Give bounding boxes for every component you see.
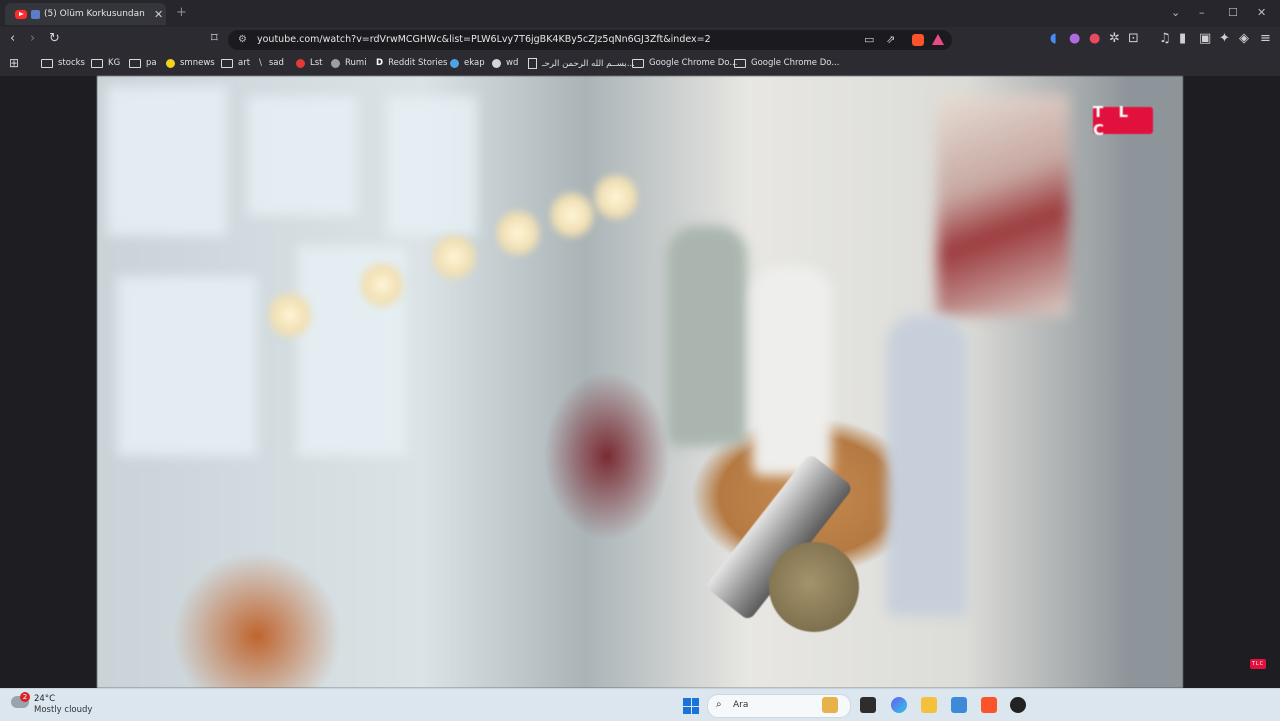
weather-condition: Mostly cloudy xyxy=(34,705,93,715)
audio-icon[interactable] xyxy=(31,9,40,19)
reload-icon[interactable]: ↻ xyxy=(49,32,60,46)
person-figure xyxy=(752,266,832,476)
pendant-lamp xyxy=(549,186,595,244)
bookmark-sad[interactable]: \ sad xyxy=(259,58,284,68)
navigation-bar: ‹ › ↻ ⌑ ⚙ youtube.com/watch?v=rdVrwMCGHW… xyxy=(0,27,1280,53)
windows-start-icon[interactable] xyxy=(683,698,699,714)
weather-badge: 2 xyxy=(20,692,30,702)
share-icon[interactable]: ⇗ xyxy=(886,33,895,47)
pendant-lamp xyxy=(267,286,313,344)
snipping-tool-icon[interactable] xyxy=(951,697,967,713)
tlc-logo: T L C xyxy=(1093,103,1153,139)
app-icon[interactable] xyxy=(1010,697,1026,713)
music-icon[interactable]: ♫ xyxy=(1159,32,1171,46)
pendant-lamp xyxy=(431,228,477,286)
bookmark-arabic[interactable]: بســم الله الرحمن الرحـ... xyxy=(528,58,635,69)
bookmark-chrome-1[interactable]: Google Chrome Do... xyxy=(632,58,737,68)
task-view-icon[interactable] xyxy=(860,697,876,713)
page-icon xyxy=(528,58,537,69)
vpn-shield-icon[interactable]: ◈ xyxy=(1239,32,1249,46)
bookmark-art[interactable]: art xyxy=(221,58,250,68)
brave-browser-icon[interactable] xyxy=(981,697,997,713)
tab-title: (5) Ölüm Korkusundan Hiçbir xyxy=(44,9,146,19)
menu-icon[interactable]: ≡ xyxy=(1260,32,1271,46)
d-icon: D xyxy=(376,58,384,68)
smiley-icon xyxy=(166,58,175,68)
railing-pole-cap xyxy=(769,542,859,632)
video-player[interactable]: T L C xyxy=(97,76,1183,688)
browser-tab[interactable]: (5) Ölüm Korkusundan Hiçbir ✕ xyxy=(5,3,166,25)
window-pane xyxy=(117,276,257,456)
folder-icon xyxy=(734,58,746,68)
taskbar-search[interactable]: ⌕ Ara xyxy=(707,694,851,718)
weather-temperature: 24°C xyxy=(34,694,56,704)
bookmark-smnews[interactable]: smnews xyxy=(166,58,215,68)
bookmark-rumi[interactable]: Rumi xyxy=(331,58,367,68)
search-highlight-icon xyxy=(822,697,838,713)
brave-rewards-icon[interactable] xyxy=(932,34,944,45)
wall-painting xyxy=(937,94,1069,316)
sidebar-icon[interactable]: ▮ xyxy=(1179,32,1186,46)
bookmark-chrome-2[interactable]: Google Chrome Do... xyxy=(734,58,839,68)
maximize-button[interactable]: ☐ xyxy=(1228,6,1238,19)
search-icon: ⌕ xyxy=(716,699,722,710)
bookmarks-bar: ⊞ stocks KG pa smnews art \ sad Lst Rumi … xyxy=(0,53,1280,77)
copilot-icon[interactable] xyxy=(891,697,907,713)
bird-icon xyxy=(450,58,459,68)
bookmark-ekap[interactable]: ekap xyxy=(450,58,485,68)
youtube-icon xyxy=(15,9,27,19)
extension-r-icon[interactable]: ● xyxy=(1069,32,1080,46)
tab-strip: (5) Ölüm Korkusundan Hiçbir ✕ + ⌄ – ☐ ✕ xyxy=(0,0,1280,27)
folder-icon xyxy=(632,58,644,68)
globe-icon xyxy=(492,58,501,68)
person-figure xyxy=(887,316,967,616)
back-icon[interactable]: ‹ xyxy=(10,32,15,46)
bookmark-icon[interactable]: ⌑ xyxy=(211,32,218,46)
slash-icon: \ xyxy=(259,58,262,68)
folder-icon xyxy=(221,58,233,68)
folder-icon xyxy=(129,58,141,68)
pendant-lamp xyxy=(593,168,639,226)
extension-audio-icon[interactable]: ◖ xyxy=(1050,32,1057,46)
bookmark-kg[interactable]: KG xyxy=(91,58,120,68)
bookmark-stocks[interactable]: stocks xyxy=(41,58,85,68)
bookmark-wd[interactable]: wd xyxy=(492,58,518,68)
pendant-lamp xyxy=(359,256,405,314)
taskbar: 2 24°C Mostly cloudy ⌕ Ara xyxy=(0,688,1280,721)
bookmark-reddit-stories[interactable]: D Reddit Stories xyxy=(376,58,447,68)
window-pane xyxy=(107,86,227,236)
brave-shields-icon[interactable] xyxy=(912,34,924,46)
new-tab-button[interactable]: + xyxy=(176,5,187,20)
bookmark-lst[interactable]: Lst xyxy=(296,58,323,68)
minimize-button[interactable]: – xyxy=(1199,6,1205,19)
window-pane xyxy=(387,96,477,236)
cast-icon[interactable]: ▭ xyxy=(864,33,874,47)
pendant-lamp xyxy=(495,204,541,262)
extensions-puzzle-icon[interactable]: ✲ xyxy=(1109,32,1120,46)
tab-search-dropdown-icon[interactable]: ⌄ xyxy=(1171,6,1180,19)
address-bar[interactable]: ⚙ youtube.com/watch?v=rdVrwMCGHWc&list=P… xyxy=(228,30,952,50)
url-text[interactable]: youtube.com/watch?v=rdVrwMCGHWc&list=PLW… xyxy=(257,34,711,45)
wallet-icon[interactable]: ▣ xyxy=(1199,32,1211,46)
folder-icon xyxy=(91,58,103,68)
extension-red-icon[interactable]: ● xyxy=(1089,32,1100,46)
screenshot-icon[interactable]: ⊡ xyxy=(1128,32,1139,46)
apps-grid-icon[interactable]: ⊞ xyxy=(9,56,19,70)
search-placeholder: Ara xyxy=(733,700,749,710)
site-info-icon[interactable]: ⚙ xyxy=(238,34,247,45)
tab-close-icon[interactable]: ✕ xyxy=(154,8,163,21)
close-window-button[interactable]: ✕ xyxy=(1257,6,1266,19)
globe-icon xyxy=(331,58,340,68)
folder-icon xyxy=(41,58,53,68)
tlc-watermark: TLC xyxy=(1250,659,1266,669)
forward-icon[interactable]: › xyxy=(30,32,35,46)
person-figure xyxy=(667,226,747,446)
bookmark-pa[interactable]: pa xyxy=(129,58,157,68)
leo-ai-icon[interactable]: ✦ xyxy=(1219,32,1230,46)
file-explorer-icon[interactable] xyxy=(921,697,937,713)
page-content: T L C TLC xyxy=(0,76,1280,688)
s-icon xyxy=(296,58,305,68)
window-pane xyxy=(247,96,357,216)
